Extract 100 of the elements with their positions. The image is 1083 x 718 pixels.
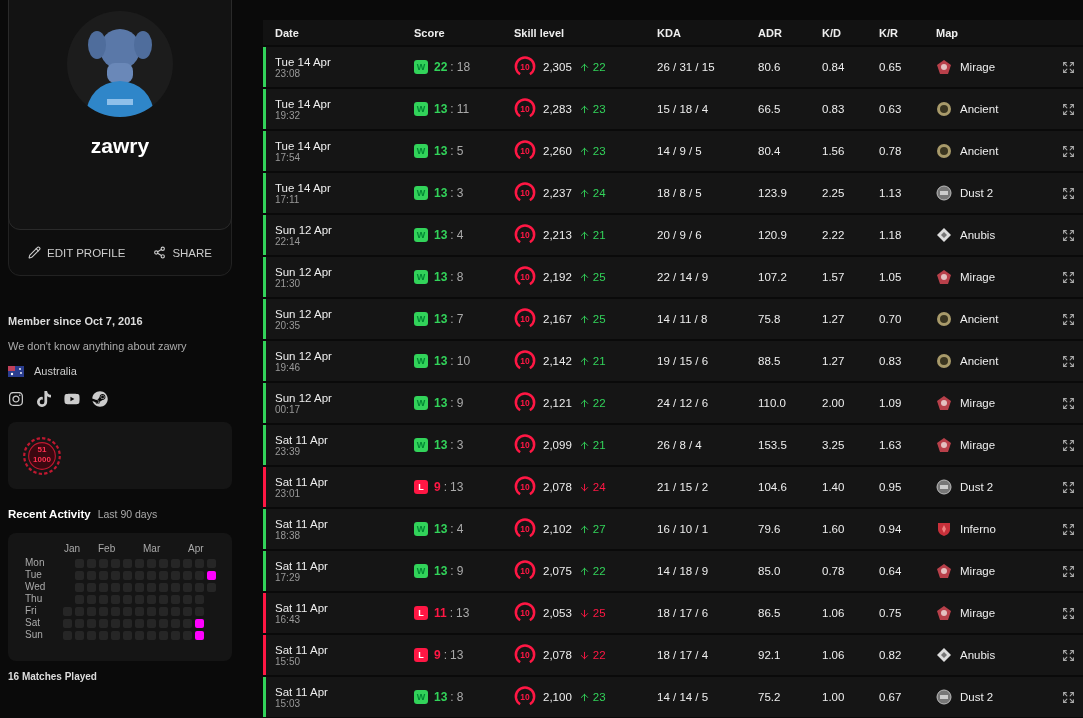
result-badge: W (414, 396, 428, 410)
expand-button[interactable] (1062, 144, 1075, 158)
team-score: 13 (434, 438, 448, 452)
kr-value: 0.70 (879, 313, 903, 325)
arrow-up-icon (578, 355, 590, 367)
instagram-icon[interactable] (8, 391, 24, 407)
share-button[interactable]: SHARE (153, 246, 212, 259)
match-row[interactable]: Sat 11 Apr 15:03 W 13 : 8 10 2,100 23 14 / 14 / 5 75.2 1.00 0.67 Dust 2 (263, 677, 1083, 717)
expand-button[interactable] (1062, 228, 1075, 242)
kd-value: 0.84 (822, 61, 846, 73)
tiktok-icon[interactable] (36, 391, 52, 407)
match-row[interactable]: Sat 11 Apr 18:38 W 13 : 4 10 2,102 27 16 / 10 / 1 79.6 1.60 0.94 Inferno (263, 509, 1083, 549)
match-row[interactable]: Tue 14 Apr 17:11 W 13 : 3 10 2,237 24 18 / 8 / 5 123.9 2.25 1.13 Dust 2 (263, 173, 1083, 213)
expand-button[interactable] (1062, 648, 1075, 662)
kda-value: 26 / 8 / 4 (657, 439, 703, 451)
score-separator: : (450, 690, 454, 704)
elo-value: 2,100 (543, 691, 572, 703)
kda-value: 24 / 12 / 6 (657, 397, 710, 409)
expand-icon (1062, 396, 1075, 410)
match-row[interactable]: Sun 12 Apr 22:14 W 13 : 4 10 2,213 21 20 / 9 / 6 120.9 2.22 1.18 Anubis (263, 215, 1083, 255)
match-row[interactable]: Sat 11 Apr 23:01 L 9 : 13 10 2,078 24 21 / 15 / 2 104.6 1.40 0.95 Dust 2 (263, 467, 1083, 507)
opponent-score: 8 (456, 270, 464, 284)
skill-level-gauge: 10 (514, 56, 536, 78)
expand-button[interactable] (1062, 354, 1075, 368)
opponent-score: 13 (456, 606, 470, 620)
match-row[interactable]: Sat 11 Apr 17:29 W 13 : 9 10 2,075 22 14 / 18 / 9 85.0 0.78 0.64 Mirage (263, 551, 1083, 591)
expand-button[interactable] (1062, 690, 1075, 704)
elo-value: 2,102 (543, 523, 572, 535)
map-name: Mirage (960, 61, 996, 73)
score-separator: : (450, 60, 454, 74)
weekday-label: Fri (25, 605, 38, 617)
kda-value: 18 / 17 / 6 (657, 607, 710, 619)
expand-button[interactable] (1062, 186, 1075, 200)
round-emblem-icon (936, 185, 952, 201)
kr-value: 0.63 (879, 103, 903, 115)
opponent-score: 3 (456, 186, 464, 200)
elo-value: 2,213 (543, 229, 572, 241)
match-time: 00:17 (275, 403, 302, 415)
month-label: Jan (64, 543, 81, 554)
match-row[interactable]: Sat 11 Apr 15:50 L 9 : 13 10 2,078 22 18 / 17 / 4 92.1 1.06 0.82 Anubis (263, 635, 1083, 675)
match-row[interactable]: Tue 14 Apr 19:32 W 13 : 11 10 2,283 23 15 / 18 / 4 66.5 0.83 0.63 Ancient (263, 89, 1083, 129)
arrow-up-icon (578, 439, 590, 451)
match-row[interactable]: Tue 14 Apr 17:54 W 13 : 5 10 2,260 23 14 / 9 / 5 80.4 1.56 0.78 Ancient (263, 131, 1083, 171)
match-date: Sun 12 Apr (275, 349, 333, 362)
kr-value: 0.78 (879, 145, 903, 157)
arrow-up-icon (578, 103, 590, 115)
result-badge: W (414, 144, 428, 158)
match-date: Tue 14 Apr (275, 55, 332, 68)
match-row[interactable]: Sun 12 Apr 19:46 W 13 : 10 10 2,142 21 19 / 15 / 6 88.5 1.27 0.83 Ancient (263, 341, 1083, 381)
kr-value: 0.64 (879, 565, 903, 577)
pentagon-emblem-icon (936, 59, 952, 75)
expand-button[interactable] (1062, 312, 1075, 326)
result-badge: L (414, 480, 428, 494)
expand-button[interactable] (1062, 606, 1075, 620)
steam-icon[interactable] (92, 391, 108, 407)
team-score: 13 (434, 144, 448, 158)
elo-change: 23 (592, 103, 606, 115)
result-badge: W (414, 102, 428, 116)
score-separator: : (450, 354, 454, 368)
adr-value: 79.6 (758, 523, 782, 535)
match-row[interactable]: Sat 11 Apr 16:43 L 11 : 13 10 2,053 25 18 / 17 / 6 86.5 1.06 0.75 Mirage (263, 593, 1083, 633)
expand-button[interactable] (1062, 438, 1075, 452)
kda-value: 19 / 15 / 6 (657, 355, 710, 367)
expand-button[interactable] (1062, 60, 1075, 74)
skill-level-gauge: 10 (514, 476, 536, 498)
expand-icon (1062, 102, 1075, 116)
expand-button[interactable] (1062, 522, 1075, 536)
elo-value: 2,283 (543, 103, 572, 115)
match-row[interactable]: Tue 14 Apr 23:08 W 22 : 18 10 2,305 22 26 / 31 / 15 80.6 0.84 0.65 Mirage (263, 47, 1083, 87)
opponent-score: 9 (456, 396, 464, 410)
elo-change: 22 (592, 565, 606, 577)
expand-button[interactable] (1062, 564, 1075, 578)
arrow-up-icon (578, 523, 590, 535)
expand-button[interactable] (1062, 480, 1075, 494)
map-name: Dust 2 (960, 187, 994, 199)
youtube-icon[interactable] (64, 391, 80, 407)
match-row[interactable]: Sat 11 Apr 23:39 W 13 : 3 10 2,099 21 26 / 8 / 4 153.5 3.25 1.63 Mirage (263, 425, 1083, 465)
match-row[interactable]: Sun 12 Apr 21:30 W 13 : 8 10 2,192 25 22 / 14 / 9 107.2 1.57 1.05 Mirage (263, 257, 1083, 297)
match-time: 18:38 (275, 529, 302, 541)
map-name: Ancient (960, 103, 999, 115)
team-score: 13 (434, 396, 448, 410)
kd-value: 1.40 (822, 481, 846, 493)
expand-button[interactable] (1062, 102, 1075, 116)
skill-level-gauge: 10 (514, 392, 536, 414)
expand-button[interactable] (1062, 396, 1075, 410)
weekday-label: Thu (25, 593, 44, 605)
expand-button[interactable] (1062, 270, 1075, 284)
map-name: Mirage (960, 397, 996, 409)
score-separator: : (449, 606, 454, 620)
match-time: 15:03 (275, 697, 302, 709)
arrow-up-icon (578, 313, 590, 325)
weekday-label: Tue (25, 569, 43, 581)
edit-profile-button[interactable]: EDIT PROFILE (28, 246, 126, 259)
elo-value: 2,237 (543, 187, 572, 199)
kda-value: 14 / 9 / 5 (657, 145, 703, 157)
match-row[interactable]: Sun 12 Apr 20:35 W 13 : 7 10 2,167 25 14 / 11 / 8 75.8 1.27 0.70 Ancient (263, 299, 1083, 339)
elo-value: 2,078 (543, 481, 572, 493)
match-row[interactable]: Sun 12 Apr 00:17 W 13 : 9 10 2,121 22 24 / 12 / 6 110.0 2.00 1.09 Mirage (263, 383, 1083, 423)
kda-value: 14 / 11 / 8 (657, 313, 709, 325)
score-separator: : (450, 522, 454, 536)
